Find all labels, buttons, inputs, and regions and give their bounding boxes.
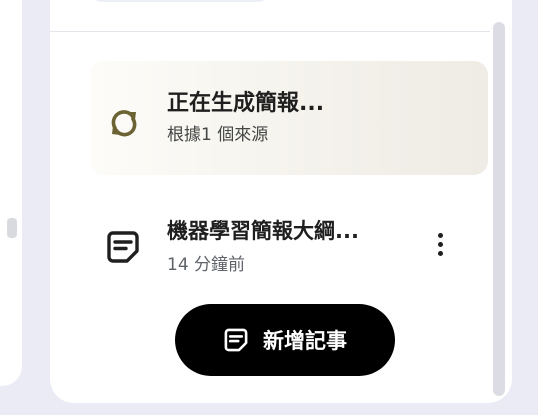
scrollbar[interactable]	[493, 22, 505, 396]
more-vert-icon[interactable]	[426, 226, 454, 262]
studio-panel: 正在生成簡報... 根據1 個來源 機器學習簡報大綱... 14 分鐘前 新增記…	[50, 0, 512, 403]
add-note-button[interactable]: 新增記事	[175, 304, 395, 376]
note-timestamp: 14 分鐘前	[167, 255, 246, 275]
top-control-edge	[90, 0, 270, 2]
menu-dot	[437, 241, 443, 247]
generating-card	[90, 61, 488, 175]
sync-icon	[111, 110, 137, 137]
divider	[50, 31, 490, 32]
note-icon	[224, 328, 248, 352]
generating-source-count: 根據1 個來源	[167, 125, 269, 145]
note-icon	[107, 231, 139, 263]
menu-dot	[437, 232, 443, 238]
left-panel	[0, 0, 22, 386]
note-title[interactable]: 機器學習簡報大綱...	[167, 215, 359, 245]
menu-dot	[437, 250, 443, 256]
generating-title: 正在生成簡報...	[167, 91, 325, 116]
panel-resize-handle[interactable]	[7, 218, 17, 238]
add-note-label: 新增記事	[263, 329, 347, 353]
